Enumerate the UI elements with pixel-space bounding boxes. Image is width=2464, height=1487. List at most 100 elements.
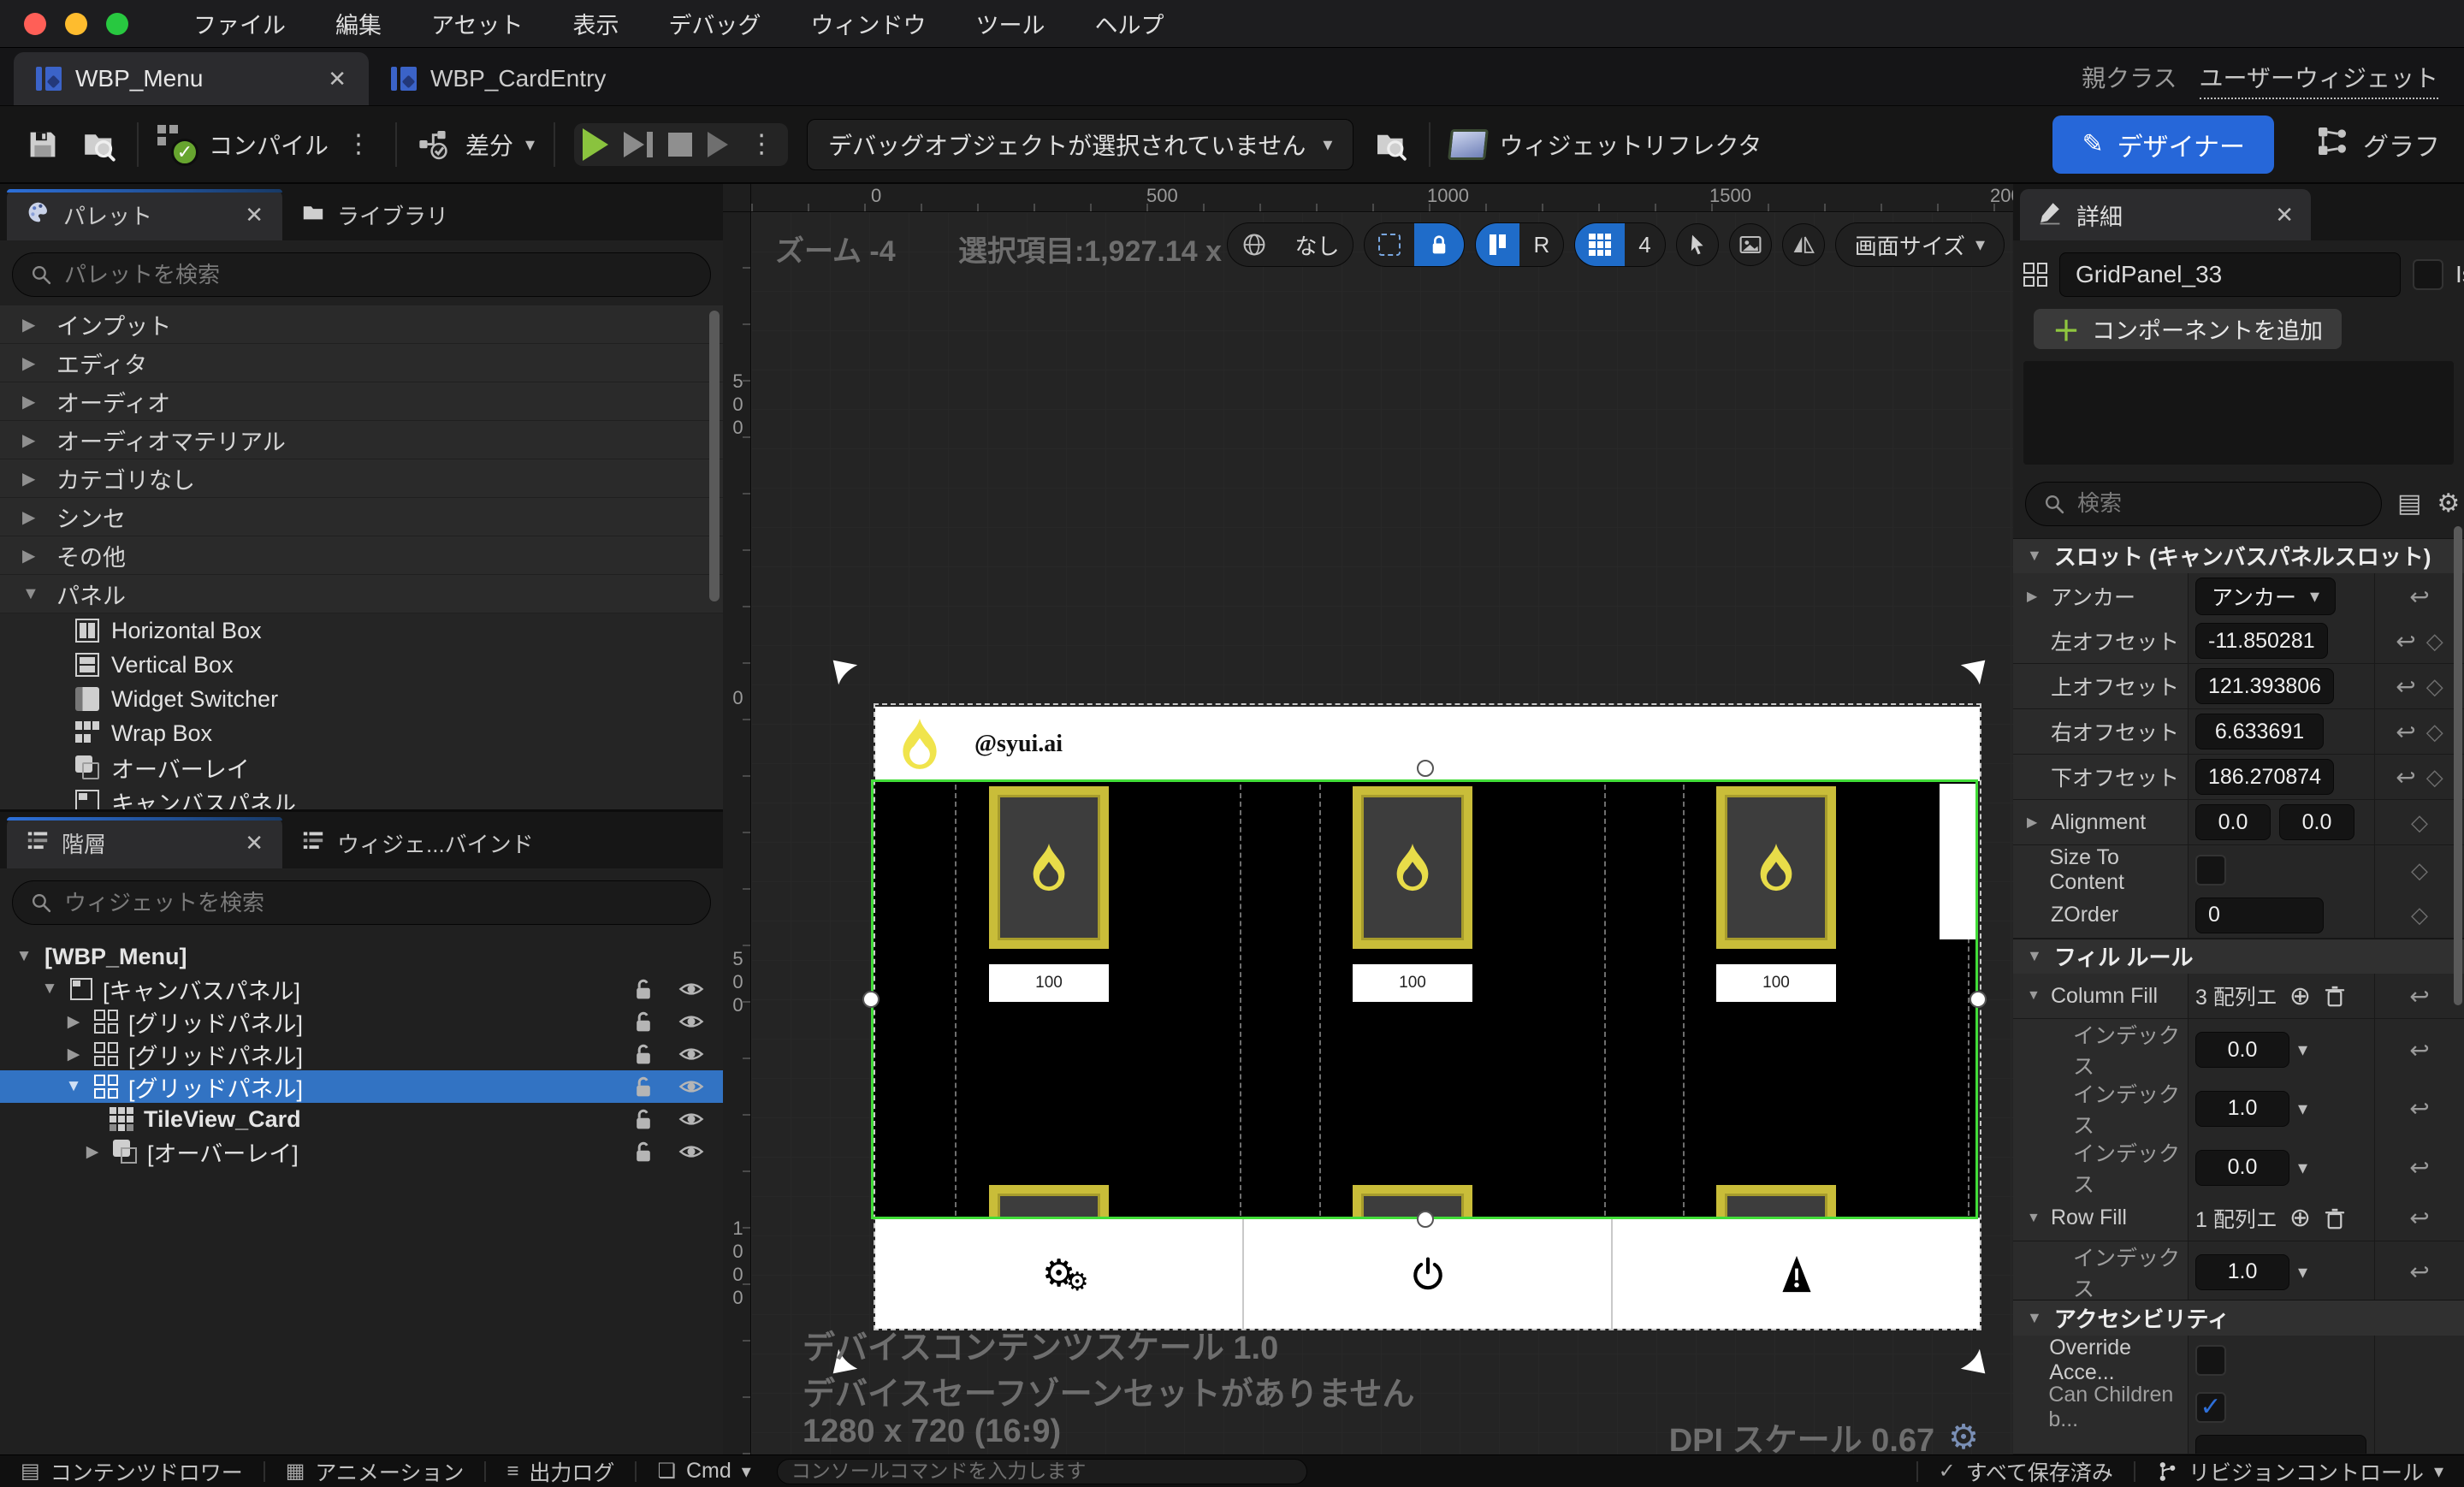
menu-help[interactable]: ヘルプ <box>1075 7 1182 40</box>
rotate-handle-top-left[interactable] <box>830 657 869 696</box>
preview-background-button[interactable] <box>1728 223 1772 266</box>
palette-category-panel[interactable]: ▼ パネル <box>0 575 723 613</box>
menu-tools[interactable]: ツール <box>957 7 1063 40</box>
override-accessibility-checkbox[interactable] <box>2195 1344 2226 1376</box>
cmd-dropdown[interactable]: ❏ Cmd ▾ <box>637 1455 771 1487</box>
tree-node-grid-panel-2[interactable]: ▶ [グリッドパネル] <box>0 1038 723 1070</box>
palette-item-canvas-panel[interactable]: キャンバスパネル <box>0 785 723 809</box>
compile-button[interactable]: ✓ コンパイル ⋮ <box>157 124 376 166</box>
rotate-handle-top-right[interactable] <box>1949 657 1988 696</box>
eye-icon[interactable] <box>678 1074 704 1099</box>
save-icon[interactable] <box>24 126 62 163</box>
trash-icon[interactable] <box>2323 1206 2347 1230</box>
palette-category-audio-material[interactable]: ▶ オーディオマテリアル <box>0 421 723 459</box>
resize-handle-right[interactable] <box>1969 991 1987 1008</box>
add-element-icon[interactable]: ⊕ <box>2289 981 2311 1011</box>
index-value-input[interactable]: 1.0 <box>2195 1090 2289 1127</box>
alignment-x-input[interactable]: 0.0 <box>2195 804 2271 841</box>
diff-button[interactable]: 差分 ▾ <box>416 126 535 163</box>
stop-button[interactable] <box>668 132 693 157</box>
palette-item-widget-switcher[interactable]: Widget Switcher <box>0 682 723 716</box>
size-to-content-checkbox[interactable] <box>2195 855 2226 886</box>
widget-reflector-button[interactable]: ウィジェットリフレクタ <box>1448 127 1762 162</box>
tree-node-root[interactable]: ▼ [WBP_Menu] <box>0 940 723 973</box>
close-tab-icon[interactable]: ✕ <box>219 202 264 228</box>
menu-window[interactable]: ウィンドウ <box>791 7 945 40</box>
palette-category-input[interactable]: ▶ インプット <box>0 305 723 344</box>
widget-name-input[interactable] <box>2059 252 2401 297</box>
settings-gear-icon[interactable]: ⚙ <box>2437 489 2460 518</box>
chevron-down-icon[interactable]: ▾ <box>2298 1098 2307 1120</box>
play-options-icon[interactable]: ⋮ <box>743 129 779 159</box>
designer-mode-button[interactable]: ✎ デザイナー <box>2052 115 2274 174</box>
palette-category-editor[interactable]: ▶ エディタ <box>0 344 723 382</box>
bind-diamond-icon[interactable]: ◇ <box>2426 628 2443 655</box>
tab-wbp-menu[interactable]: WBP_Menu ✕ <box>14 52 369 105</box>
tab-details[interactable]: 詳細 ✕ <box>2020 189 2311 240</box>
preview-tile-grid[interactable]: 100 100 100 <box>871 781 1977 1217</box>
animation-button[interactable]: ▦ アニメーション <box>265 1455 485 1487</box>
section-accessibility[interactable]: ▼ アクセシビリティ <box>2013 1300 2464 1336</box>
menu-edit[interactable]: 編集 <box>317 7 400 40</box>
menu-file[interactable]: ファイル <box>175 7 305 40</box>
lock-open-icon[interactable] <box>631 976 656 1002</box>
eye-icon[interactable] <box>678 1041 704 1067</box>
minimize-window-button[interactable] <box>65 12 87 35</box>
chevron-down-icon[interactable]: ▾ <box>2298 1261 2307 1283</box>
card-tile[interactable] <box>989 786 1109 949</box>
designer-canvas[interactable]: 0 500 1000 1500 200 500 0 500 1000 ズーム -… <box>723 184 2013 1454</box>
palette-category-synth[interactable]: ▶ シンセ <box>0 498 723 536</box>
revision-control-button[interactable]: リビジョンコントロール ▾ <box>2135 1455 2464 1487</box>
anchor-dropdown[interactable]: アンカー ▾ <box>2195 578 2337 616</box>
expander-icon[interactable]: ▼ <box>2027 1211 2044 1226</box>
bind-diamond-icon[interactable]: ◇ <box>2426 673 2443 700</box>
tab-hierarchy[interactable]: 階層 ✕ <box>7 817 282 868</box>
close-tab-icon[interactable]: ✕ <box>219 830 264 856</box>
index-value-input[interactable]: 1.0 <box>2195 1253 2289 1290</box>
bind-diamond-icon[interactable]: ◇ <box>2411 902 2428 928</box>
selection-lock-toggle[interactable] <box>1364 222 1466 267</box>
details-search[interactable] <box>2025 481 2382 526</box>
play-advance-button[interactable] <box>708 131 729 157</box>
card-tile[interactable] <box>1353 786 1472 949</box>
screen-size-dropdown[interactable]: 画面サイズ ▾ <box>1834 222 2005 267</box>
alignment-y-input[interactable]: 0.0 <box>2279 804 2354 841</box>
palette-scrollbar[interactable] <box>709 311 720 601</box>
reset-icon[interactable]: ↩ <box>2409 982 2429 1010</box>
warning-cell[interactable] <box>1613 1218 1980 1329</box>
output-log-button[interactable]: ≡ 出力ログ <box>486 1455 635 1487</box>
details-scrollbar[interactable] <box>2454 526 2462 1005</box>
menu-asset[interactable]: アセット <box>412 7 542 40</box>
reset-icon[interactable]: ↩ <box>2396 627 2415 655</box>
zoom-window-button[interactable] <box>106 12 128 35</box>
close-tab-icon[interactable]: ✕ <box>2249 202 2294 228</box>
debug-object-dropdown[interactable]: デバッグオブジェクトが選択されていません ▾ <box>807 118 1354 170</box>
save-status-button[interactable]: ✓ すべて保存済み <box>1918 1455 2134 1487</box>
tree-node-grid-panel-1[interactable]: ▶ [グリッドパネル] <box>0 1005 723 1038</box>
resize-handle-bottom[interactable] <box>1417 1211 1434 1228</box>
tree-node-overlay[interactable]: ▶ [オーバーレイ] <box>0 1135 723 1168</box>
tab-palette[interactable]: パレット ✕ <box>7 189 282 240</box>
chevron-down-icon[interactable]: ▾ <box>2298 1039 2307 1061</box>
palette-search[interactable] <box>12 252 711 297</box>
bind-diamond-icon[interactable]: ◇ <box>2426 719 2443 745</box>
card-tile[interactable] <box>1716 786 1836 949</box>
bind-diamond-icon[interactable]: ◇ <box>2426 764 2443 791</box>
parent-class-link[interactable]: ユーザーウィジェット <box>2199 60 2438 99</box>
tree-node-canvas-panel[interactable]: ▼ [キャンバスパネル] <box>0 973 723 1005</box>
section-fill-rules[interactable]: ▼ フィル ルール <box>2013 938 2464 975</box>
reset-icon[interactable]: ↩ <box>2409 1153 2429 1182</box>
details-search-input[interactable] <box>2077 490 2364 518</box>
close-tab-icon[interactable]: ✕ <box>302 66 346 92</box>
offset-right-input[interactable]: 6.633691 <box>2195 714 2324 750</box>
hierarchy-search-input[interactable] <box>64 889 693 916</box>
trash-icon[interactable] <box>2323 984 2347 1008</box>
reset-icon[interactable]: ↩ <box>2396 763 2415 791</box>
grid-snap-toggle[interactable]: 4 <box>1574 222 1666 267</box>
palette-item-vertical-box[interactable]: Vertical Box <box>0 648 723 682</box>
is-variable-checkbox[interactable] <box>2413 259 2443 290</box>
bind-diamond-icon[interactable]: ◇ <box>2411 857 2428 884</box>
section-slot[interactable]: ▼ スロット (キャンバスパネルスロット) <box>2013 537 2464 574</box>
cursor-tool-button[interactable] <box>1675 223 1719 266</box>
play-button[interactable] <box>583 127 609 161</box>
